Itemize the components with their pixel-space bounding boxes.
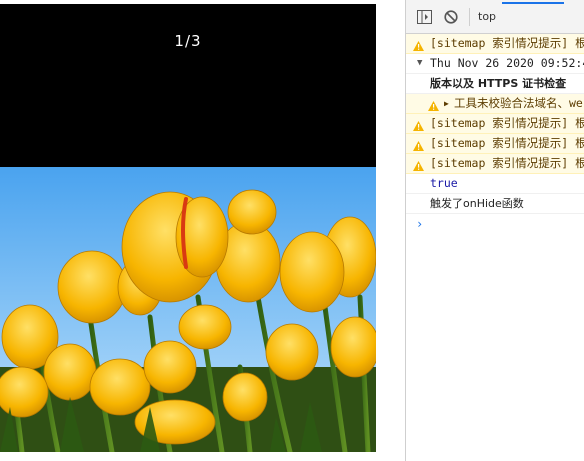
console-log-list: [sitemap 索引情况提示] 根 ▼ Thu Nov 26 2020 09:…: [406, 34, 584, 234]
log-text: [sitemap 索引情况提示] 根: [430, 156, 584, 170]
log-text: [sitemap 索引情况提示] 根: [430, 136, 584, 150]
log-text: 版本以及 HTTPS 证书检查: [430, 77, 567, 90]
console-nested-warning-row[interactable]: ▶ 工具未校验合法域名、we: [406, 94, 584, 114]
toggle-sidebar-icon[interactable]: [415, 8, 433, 26]
simulator-preview: 1/3: [0, 0, 377, 461]
log-text: Thu Nov 26 2020 09:52:4: [430, 56, 584, 70]
console-toolbar: top: [406, 0, 584, 34]
log-text: 触发了onHide函数: [430, 197, 524, 210]
pane-divider[interactable]: [377, 0, 406, 461]
caret-down-icon[interactable]: ▼: [417, 54, 422, 73]
console-log-row: 触发了onHide函数: [406, 194, 584, 214]
tulip-photo[interactable]: [0, 167, 376, 452]
image-viewer[interactable]: 1/3: [0, 4, 376, 452]
log-text: [sitemap 索引情况提示] 根: [430, 36, 584, 50]
log-text: true: [430, 176, 458, 190]
caret-right-icon[interactable]: ▶: [444, 94, 449, 113]
active-tab-indicator: [502, 2, 564, 4]
page-indicator: 1/3: [174, 32, 202, 50]
context-selector[interactable]: top: [478, 10, 496, 23]
console-group-header[interactable]: ▼ Thu Nov 26 2020 09:52:4: [406, 54, 584, 74]
console-warning-row[interactable]: [sitemap 索引情况提示] 根: [406, 114, 584, 134]
clear-console-icon[interactable]: [442, 8, 460, 26]
prompt-chevron-icon: ›: [416, 217, 424, 231]
console-warning-row[interactable]: [sitemap 索引情况提示] 根: [406, 134, 584, 154]
devtools-console: top [sitemap 索引情况提示] 根 ▼ Thu Nov 26 2020…: [406, 0, 584, 461]
console-input[interactable]: ›: [406, 214, 584, 234]
console-group-message: 版本以及 HTTPS 证书检查: [406, 74, 584, 94]
console-log-row: true: [406, 174, 584, 194]
log-text: 工具未校验合法域名、we: [454, 96, 583, 110]
log-text: [sitemap 索引情况提示] 根: [430, 116, 584, 130]
toolbar-separator: [469, 7, 470, 26]
console-warning-row[interactable]: [sitemap 索引情况提示] 根: [406, 154, 584, 174]
console-warning-row[interactable]: [sitemap 索引情况提示] 根: [406, 34, 584, 54]
